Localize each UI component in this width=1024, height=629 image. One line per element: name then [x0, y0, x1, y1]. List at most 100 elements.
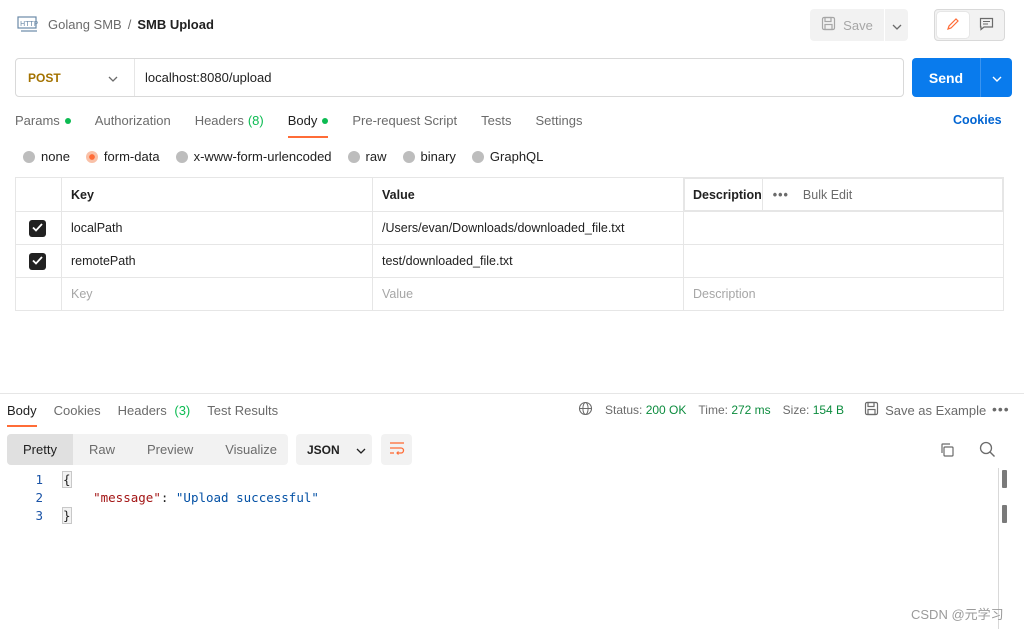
body-type-graphql[interactable]: GraphQL — [471, 149, 544, 164]
status-label: Status: — [605, 403, 643, 417]
search-icon[interactable] — [979, 441, 996, 461]
format-pretty[interactable]: Pretty — [7, 434, 73, 465]
tab-tests[interactable]: Tests — [481, 110, 511, 138]
bulk-edit-button[interactable]: Bulk Edit — [803, 188, 852, 202]
body-type-raw[interactable]: raw — [347, 149, 387, 164]
method-value: POST — [28, 70, 61, 85]
format-preview[interactable]: Preview — [131, 434, 209, 465]
cookies-link[interactable]: Cookies — [953, 113, 1002, 127]
code-text: { — [62, 470, 72, 488]
scrollbar-marker — [1002, 470, 1007, 488]
time-value: 272 ms — [731, 403, 771, 417]
response-tabs: Body Cookies Headers (3) Test Results — [7, 400, 295, 427]
save-button[interactable]: Save — [810, 9, 884, 41]
time-info[interactable]: Time: 272 ms — [698, 403, 770, 417]
comment-mode-button[interactable] — [971, 12, 1003, 38]
value-cell[interactable]: /Users/evan/Downloads/downloaded_file.tx… — [372, 211, 684, 245]
body-type-urlencoded[interactable]: x-www-form-urlencoded — [175, 149, 332, 164]
description-cell[interactable] — [683, 244, 1004, 278]
radio-label: x-www-form-urlencoded — [193, 149, 332, 164]
value-placeholder-cell[interactable]: Value — [372, 277, 684, 311]
size-info[interactable]: Size: 154 B — [783, 403, 844, 417]
format-visualize[interactable]: Visualize — [209, 434, 293, 465]
radio-button[interactable] — [402, 150, 415, 163]
view-mode-toggle — [934, 9, 1005, 41]
tab-params[interactable]: Params — [15, 110, 71, 138]
tab-pre-request-script[interactable]: Pre-request Script — [352, 110, 457, 138]
response-tab-headers[interactable]: Headers (3) — [118, 400, 191, 427]
tab-settings[interactable]: Settings — [535, 110, 582, 138]
tab-headers[interactable]: Headers (8) — [195, 110, 264, 138]
table-row-empty: Key Value Description — [15, 277, 1004, 311]
tab-label: Body — [287, 113, 318, 128]
tab-label: Settings — [535, 113, 583, 128]
json-key: "message" — [93, 489, 161, 505]
tab-authorization[interactable]: Authorization — [95, 110, 171, 138]
body-type-none[interactable]: none — [23, 149, 70, 164]
wrap-lines-icon — [389, 441, 405, 458]
response-code-viewer[interactable]: 1 { 2 "message": "Upload successful" 3 } — [0, 470, 1000, 524]
radio-button[interactable] — [471, 150, 484, 163]
language-select[interactable]: JSON — [296, 434, 372, 465]
wrap-lines-button[interactable] — [381, 434, 412, 465]
save-options-button[interactable] — [884, 9, 908, 41]
response-tab-body[interactable]: Body — [7, 400, 37, 427]
description-column-header: Description ••• Bulk Edit — [684, 178, 1003, 211]
key-column-header: Key — [61, 177, 373, 212]
tab-label: Headers — [117, 403, 167, 418]
globe-icon[interactable] — [578, 401, 593, 419]
method-select[interactable]: POST — [16, 59, 135, 96]
description-header-label: Description — [693, 187, 762, 202]
key-cell[interactable]: remotePath — [61, 244, 373, 278]
more-options-icon[interactable]: ••• — [992, 401, 1010, 417]
body-type-form-data[interactable]: form-data — [85, 149, 160, 164]
row-checkbox-cell — [15, 277, 62, 311]
tab-body[interactable]: Body — [287, 110, 329, 138]
save-as-example-label: Save as Example — [885, 402, 987, 418]
key-placeholder-cell[interactable]: Key — [61, 277, 373, 311]
response-tab-cookies[interactable]: Cookies — [54, 400, 101, 427]
radio-button[interactable] — [23, 150, 35, 163]
more-options-icon[interactable]: ••• — [773, 188, 789, 202]
format-raw[interactable]: Raw — [73, 434, 131, 465]
edit-mode-button[interactable] — [937, 12, 969, 38]
url-input[interactable] — [135, 59, 903, 96]
send-options-button[interactable] — [980, 58, 1012, 97]
radio-button[interactable] — [347, 150, 360, 163]
size-value: 154 B — [812, 403, 845, 417]
status-info[interactable]: Status: 200 OK — [605, 403, 686, 417]
code-line: 1 { — [0, 470, 1000, 488]
pencil-icon — [946, 17, 960, 34]
send-button[interactable]: Send — [912, 58, 980, 97]
response-divider[interactable] — [0, 393, 1024, 394]
checkmark-icon — [32, 254, 43, 268]
response-tab-test-results[interactable]: Test Results — [207, 400, 278, 427]
description-cell[interactable] — [683, 211, 1004, 245]
row-enabled-checkbox[interactable] — [29, 252, 46, 270]
request-tabs: Params Authorization Headers (8) Body Pre… — [15, 110, 606, 138]
radio-button-selected[interactable] — [85, 150, 98, 163]
breadcrumb-request-name[interactable]: SMB Upload — [137, 17, 214, 32]
breadcrumb-collection[interactable]: Golang SMB — [48, 17, 122, 32]
json-string-value: "Upload successful" — [175, 489, 319, 505]
json-colon: : — [160, 489, 176, 505]
radio-label: form-data — [103, 149, 160, 164]
params-indicator-dot — [64, 118, 71, 124]
value-cell[interactable]: test/downloaded_file.txt — [372, 244, 684, 278]
copy-icon[interactable] — [939, 442, 955, 461]
description-placeholder-cell[interactable]: Description — [683, 277, 1004, 311]
response-format-tabs: Pretty Raw Preview Visualize — [7, 434, 288, 465]
row-enabled-checkbox[interactable] — [29, 219, 46, 237]
radio-label: GraphQL — [489, 149, 544, 164]
key-cell[interactable]: localPath — [61, 211, 373, 245]
save-as-example-button[interactable]: Save as Example — [864, 401, 986, 419]
open-brace: { — [62, 470, 72, 488]
table-row: remotePath test/downloaded_file.txt — [15, 244, 1004, 278]
radio-label: binary — [420, 149, 456, 164]
tab-label: Headers — [194, 113, 244, 128]
line-number: 3 — [35, 507, 43, 523]
body-type-binary[interactable]: binary — [402, 149, 456, 164]
radio-button[interactable] — [175, 150, 188, 163]
table-header-row: Key Value Description ••• Bulk Edit — [15, 177, 1004, 212]
tab-label: Params — [15, 113, 60, 128]
